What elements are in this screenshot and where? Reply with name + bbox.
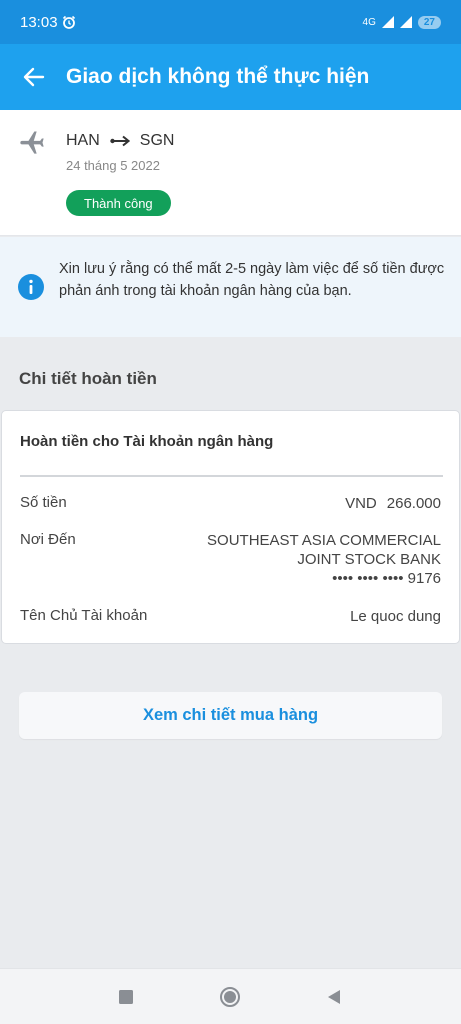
card-title: Hoàn tiền cho Tài khoản ngân hàng [20, 433, 274, 450]
network-type: 4G [362, 16, 376, 28]
info-icon [18, 274, 44, 300]
holder-label: Tên Chủ Tài khoản [20, 607, 148, 624]
clock: 13:03 [20, 14, 76, 31]
account-number: •••• •••• •••• 9176 [332, 570, 441, 587]
back-button[interactable] [18, 61, 50, 93]
destination-code: SGN [139, 132, 175, 149]
alarm-icon [62, 15, 75, 29]
arrow-left-icon [23, 67, 45, 87]
flight-summary: HAN SGN 24 tháng 5 2022 Thành công [0, 110, 461, 236]
view-purchase-details-button[interactable]: Xem chi tiết mua hàng [19, 692, 442, 739]
destination-label: Nơi Đến [20, 531, 76, 548]
destination-value: SOUTHEAST ASIA COMMERCIAL JOINT STOCK BA… [207, 531, 441, 588]
bank-name-line1: SOUTHEAST ASIA COMMERCIAL [207, 532, 441, 549]
battery-icon: 27 [417, 15, 441, 29]
amount-label: Số tiền [20, 494, 67, 511]
holder-name: Le quoc dung [350, 608, 441, 625]
currency: VND [345, 495, 377, 512]
route: HAN SGN [66, 132, 174, 150]
section-title: Chi tiết hoàn tiền [19, 369, 157, 388]
signal-icon-2 [399, 16, 412, 28]
status-bar: 13:03 4G 27 [0, 0, 461, 44]
origin-code: HAN [66, 132, 100, 149]
airplane-icon [20, 131, 44, 154]
two-way-arrow-icon [110, 135, 130, 147]
notice-text: Xin lưu ý rằng có thể mất 2-5 ngày làm v… [59, 261, 445, 299]
app-bar: Giao dịch không thể thực hiện [0, 44, 461, 110]
status-badge: Thành công [66, 190, 171, 216]
status-time: 13:03 [20, 13, 58, 31]
home-icon[interactable] [219, 986, 241, 1008]
divider [20, 475, 443, 477]
recent-apps-icon[interactable] [115, 986, 137, 1008]
amount: 266.000 [386, 495, 441, 512]
page-title: Giao dịch không thể thực hiện [66, 65, 370, 88]
refund-notice: Xin lưu ý rằng có thể mất 2-5 ngày làm v… [0, 237, 461, 337]
refund-card: Hoàn tiền cho Tài khoản ngân hàng Số tiề… [1, 410, 460, 644]
flight-date: 24 tháng 5 2022 [66, 158, 160, 173]
amount-value: VND 266.000 [345, 494, 441, 513]
signal-icon [381, 16, 394, 28]
back-nav-icon[interactable] [323, 986, 345, 1008]
status-indicators: 4G 27 [362, 15, 441, 29]
system-nav-bar [0, 968, 461, 1024]
bank-name-line2: JOINT STOCK BANK [297, 551, 441, 568]
